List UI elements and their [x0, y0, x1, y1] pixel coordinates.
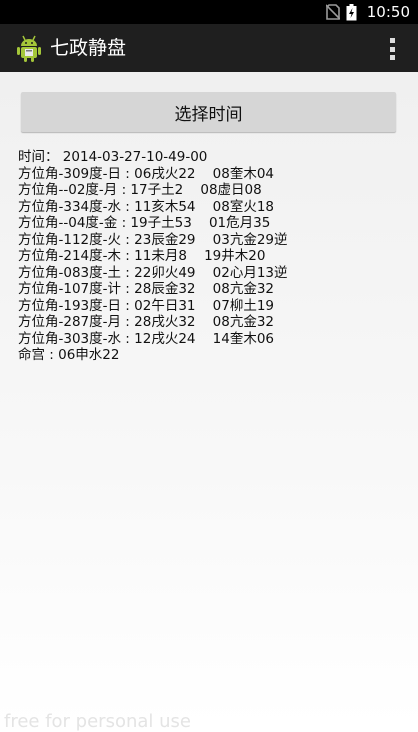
position-line: 方位角-214度-木 : 11未月8 19井木20 — [18, 248, 266, 264]
position-line: 方位角-112度-火 : 23辰金29 03亢金29逆 — [18, 231, 288, 248]
status-bar: 10:50 — [0, 0, 418, 24]
select-time-button[interactable]: 选择时间 — [21, 92, 396, 132]
app-title: 七政静盘 — [50, 37, 127, 59]
position-line: 方位角--04度-金 : 19子土53 01危月35 — [18, 215, 271, 231]
action-bar: 七政静盘 — [0, 24, 418, 72]
time-line: 时间： 2014-03-27-10-49-00 — [18, 149, 408, 166]
status-icons: 10:50 — [325, 0, 410, 24]
position-line: 方位角-334度-水 : 11亥木54 08室火18 — [18, 198, 275, 215]
watermark: free for personal use — [4, 711, 191, 732]
time-value: 2014-03-27-10-49-00 — [62, 149, 208, 165]
position-line: 方位角-309度-日 : 06戌火22 08奎木04 — [18, 165, 275, 182]
ascendant-line: 命宫 : 06申水22 — [18, 347, 120, 363]
position-line: 方位角-193度-日 : 02午日31 07柳土19 — [18, 297, 275, 314]
chart-info-text: 时间： 2014-03-27-10-49-00 方位角-309度-日 : 06戌… — [18, 149, 408, 364]
position-line: 方位角-107度-计 : 28辰金32 08亢金32 — [18, 281, 275, 297]
position-line: 方位角--02度-月 : 17子土2 08虚日08 — [18, 182, 262, 198]
android-app-icon[interactable] — [14, 33, 44, 63]
position-line: 方位角-303度-水 : 12戌火24 14奎木06 — [18, 330, 275, 347]
overflow-menu-icon[interactable] — [388, 38, 396, 60]
status-time: 10:50 — [366, 3, 410, 21]
main-content: 选择时间 时间： 2014-03-27-10-49-00 方位角-309度-日 … — [0, 72, 418, 726]
battery-charging-icon — [346, 3, 357, 21]
time-label: 时间： — [18, 149, 59, 165]
no-sim-icon — [325, 4, 340, 20]
position-line: 方位角-083度-土 : 22卯火49 02心月13逆 — [18, 264, 288, 281]
position-line: 方位角-287度-月 : 28戌火32 08亢金32 — [18, 314, 275, 330]
